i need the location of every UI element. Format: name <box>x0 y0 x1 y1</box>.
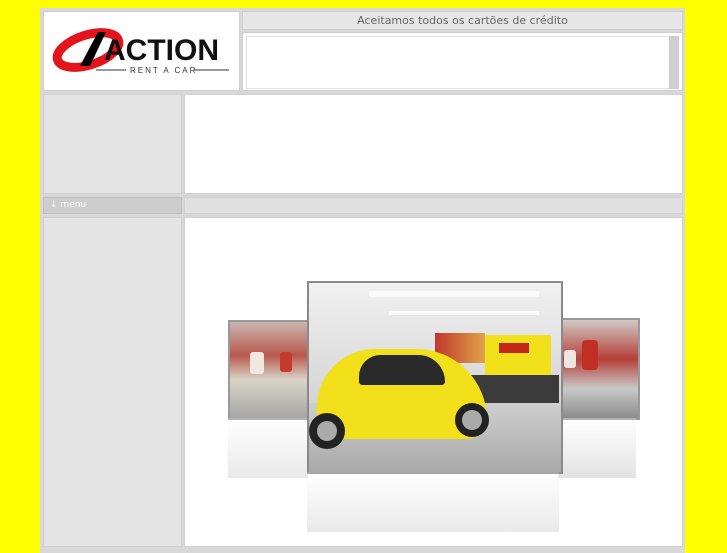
logo-panel[interactable]: ACTION RENT A CAR <box>43 11 240 91</box>
sidebar-menu <box>43 217 182 547</box>
notice-text: Aceitamos todos os cartões de crédito <box>357 14 568 27</box>
action-logo: ACTION RENT A CAR <box>52 28 229 75</box>
gallery-reflection-left <box>228 418 308 478</box>
marquee-area <box>246 36 670 89</box>
content-title-strip <box>184 197 683 214</box>
gallery-area <box>184 217 683 547</box>
arrow-down-icon: ↓ <box>50 200 58 210</box>
scrollbar[interactable] <box>669 36 679 89</box>
credit-card-notice: Aceitamos todos os cartões de crédito <box>242 11 683 30</box>
brand-tagline: RENT A CAR <box>130 66 197 75</box>
menu-header[interactable]: ↓ menu <box>43 197 182 214</box>
gallery-reflection-main <box>307 472 559 532</box>
gallery-photo-left[interactable] <box>228 320 312 420</box>
header-content-box <box>242 32 683 91</box>
gallery-reflection-right <box>558 418 636 478</box>
gallery-photo-main[interactable] <box>307 281 563 474</box>
left-upper-panel <box>43 94 182 194</box>
gallery-photo-right[interactable] <box>558 318 640 420</box>
menu-label: menu <box>60 200 87 210</box>
banner-area <box>184 94 683 194</box>
brand-text: ACTION <box>104 34 219 67</box>
